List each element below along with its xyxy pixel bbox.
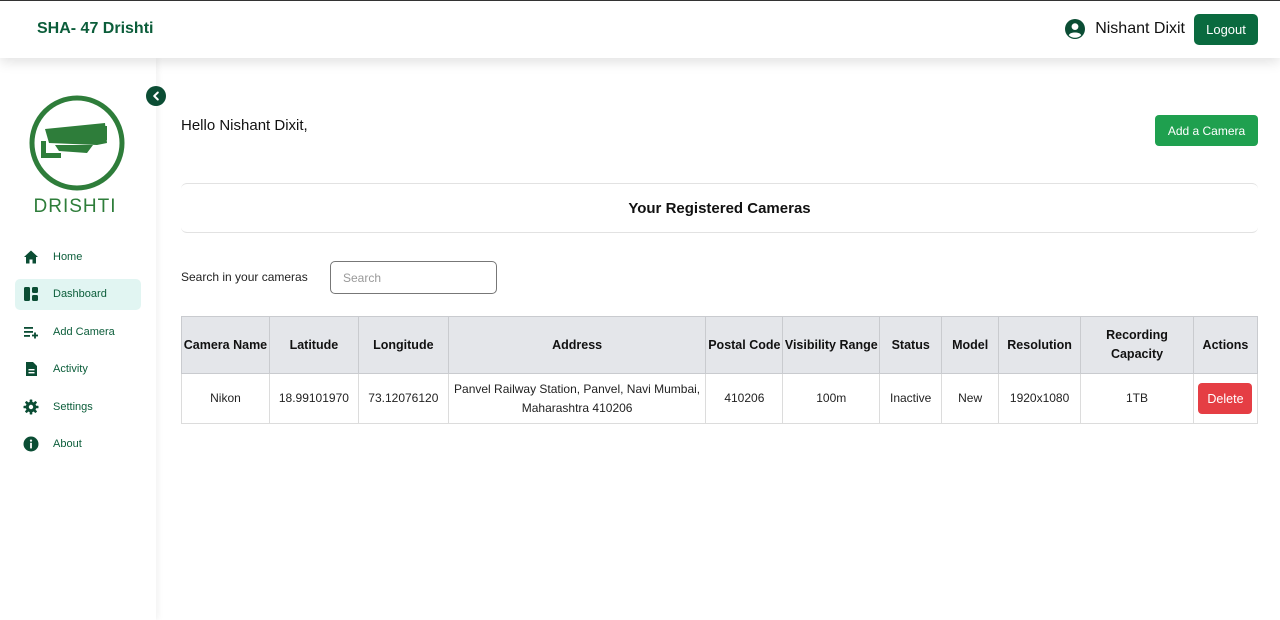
column-header: Address	[447, 316, 707, 374]
sidebar-item-label: Settings	[53, 400, 93, 413]
column-header: Status	[879, 316, 943, 374]
longitude-cell: 73.12076120	[357, 373, 449, 424]
add-camera-button[interactable]: Add a Camera	[1155, 115, 1258, 146]
column-header: Latitude	[268, 316, 359, 374]
collapse-sidebar-button[interactable]	[146, 86, 166, 106]
drishti-camera-logo-icon	[29, 95, 125, 191]
cameras-table: Camera Name Latitude Longitude Address P…	[181, 316, 1259, 424]
recording-capacity-cell: 1TB	[1080, 373, 1194, 424]
sidebar-item-label: Activity	[53, 363, 88, 375]
user-avatar-icon	[1065, 19, 1086, 39]
resolution-cell: 1920x1080	[998, 373, 1082, 424]
column-header: Camera Name	[181, 316, 270, 374]
actions-cell: Delete	[1192, 373, 1259, 424]
column-header: Actions	[1192, 316, 1259, 374]
logout-button[interactable]: Logout	[1194, 14, 1258, 45]
app-title[interactable]: SHA- 47 Drishti	[37, 20, 153, 38]
column-header: Recording Capacity	[1080, 316, 1194, 374]
dashboard-icon	[24, 287, 38, 301]
user-info: Nishant Dixit	[1065, 19, 1185, 39]
sidebar-item-dashboard[interactable]: Dashboard	[15, 278, 141, 310]
column-header: Longitude	[357, 316, 449, 374]
column-header: Postal Code	[705, 316, 784, 374]
visibility-range-cell: 100m	[782, 373, 881, 424]
column-header: Visibility Range	[782, 316, 881, 374]
home-icon	[24, 250, 38, 263]
sidebar-item-label: Dashboard	[53, 288, 107, 300]
table-header-row: Camera Name Latitude Longitude Address P…	[181, 316, 1259, 374]
postal-code-cell: 410206	[705, 373, 784, 424]
delete-camera-button[interactable]: Delete	[1198, 383, 1253, 414]
info-icon	[23, 436, 39, 452]
address-cell: Panvel Railway Station, Panvel, Navi Mum…	[447, 373, 707, 424]
column-header: Model	[941, 316, 1000, 374]
document-icon	[26, 362, 37, 376]
sidebar-item-label: About	[53, 438, 82, 450]
top-navbar: SHA- 47 Drishti Nishant Dixit Logout	[0, 0, 1280, 58]
sidebar-item-activity[interactable]: Activity	[15, 354, 141, 385]
model-cell: New	[941, 373, 1000, 424]
sidebar-nav: Home Dashboard Add Camera Activity Setti…	[15, 241, 141, 466]
sidebar-item-add-camera[interactable]: Add Camera	[15, 316, 141, 347]
camera-name-cell: Nikon	[181, 373, 270, 424]
add-list-icon	[24, 326, 38, 338]
user-name: Nishant Dixit	[1095, 20, 1185, 37]
sidebar-item-label: Home	[53, 250, 83, 263]
gear-icon	[23, 399, 39, 414]
section-title: Your Registered Cameras	[181, 183, 1258, 233]
sidebar-item-home[interactable]: Home	[15, 241, 141, 272]
sidebar-item-settings[interactable]: Settings	[15, 391, 141, 422]
column-header: Resolution	[998, 316, 1082, 374]
search-input[interactable]	[330, 261, 497, 294]
logo-text: DRISHTI	[33, 196, 117, 217]
search-label: Search in your cameras	[181, 270, 308, 284]
sidebar-item-label: Add Camera	[53, 325, 115, 338]
table-row: Nikon 18.99101970 73.12076120 Panvel Rai…	[181, 373, 1259, 424]
latitude-cell: 18.99101970	[268, 373, 359, 424]
sidebar-item-about[interactable]: About	[15, 429, 141, 460]
status-cell: Inactive	[879, 373, 943, 424]
chevron-left-icon	[153, 91, 159, 101]
sidebar: DRISHTI Home Dashboard Add Camera Activi…	[0, 58, 156, 620]
greeting-text: Hello Nishant Dixit,	[181, 117, 308, 134]
